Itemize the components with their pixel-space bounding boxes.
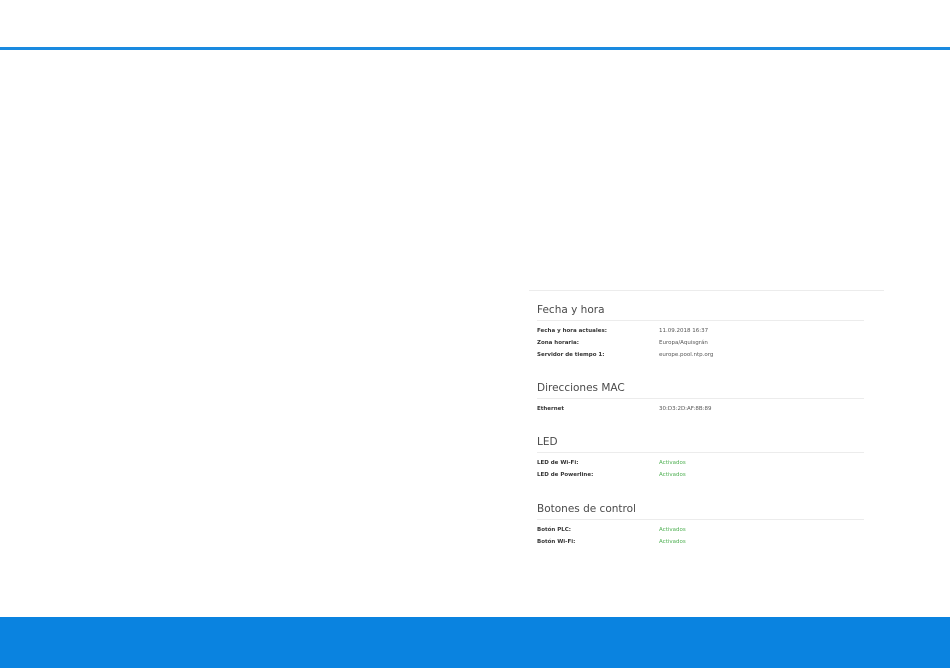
section-mac-addresses: Direcciones MAC Ethernet 30:D3:2D:AF:8B:… xyxy=(537,381,864,414)
value-ethernet-mac: 30:D3:2D:AF:8B:89 xyxy=(659,406,712,412)
label-wifi-button: Botón Wi-Fi: xyxy=(537,539,576,545)
row-plc-button: Botón PLC: Activados xyxy=(537,525,864,535)
label-plc-button: Botón PLC: xyxy=(537,527,571,533)
row-time-server: Servidor de tiempo 1: europe.pool.ntp.or… xyxy=(537,350,864,360)
header-accent-line xyxy=(0,47,950,50)
row-wifi-button: Botón Wi-Fi: Activados xyxy=(537,537,864,547)
page: Fecha y hora Fecha y hora actuales: 11.0… xyxy=(0,0,950,668)
section-divider xyxy=(537,519,864,520)
label-wifi-led: LED de Wi-Fi: xyxy=(537,460,579,466)
section-divider xyxy=(537,452,864,453)
footer-band xyxy=(0,617,950,668)
section-date-time: Fecha y hora Fecha y hora actuales: 11.0… xyxy=(537,303,864,360)
value-powerline-led-status: Activados xyxy=(659,472,686,478)
mac-rows: Ethernet 30:D3:2D:AF:8B:89 xyxy=(537,404,864,414)
control-button-rows: Botón PLC: Activados Botón Wi-Fi: Activa… xyxy=(537,525,864,547)
section-title-date-time: Fecha y hora xyxy=(537,304,605,316)
section-title-control-buttons: Botones de control xyxy=(537,503,636,515)
label-timezone: Zona horaria: xyxy=(537,340,579,346)
section-divider xyxy=(537,320,864,321)
system-info-panel: Fecha y hora Fecha y hora actuales: 11.0… xyxy=(529,290,884,561)
value-plc-button-status: Activados xyxy=(659,527,686,533)
date-time-rows: Fecha y hora actuales: 11.09.2018 16:37 … xyxy=(537,326,864,360)
label-powerline-led: LED de Powerline: xyxy=(537,472,594,478)
value-wifi-button-status: Activados xyxy=(659,539,686,545)
value-time-server: europe.pool.ntp.org xyxy=(659,352,714,358)
section-title-mac: Direcciones MAC xyxy=(537,382,625,394)
label-ethernet: Ethernet xyxy=(537,406,565,412)
row-current-datetime: Fecha y hora actuales: 11.09.2018 16:37 xyxy=(537,326,864,336)
row-timezone: Zona horaria: Europa/Aquisgrán xyxy=(537,338,864,348)
label-time-server: Servidor de tiempo 1: xyxy=(537,352,605,358)
led-rows: LED de Wi-Fi: Activados LED de Powerline… xyxy=(537,458,864,480)
value-timezone: Europa/Aquisgrán xyxy=(659,340,708,346)
section-title-led: LED xyxy=(537,436,558,448)
section-led: LED LED de Wi-Fi: Activados LED de Power… xyxy=(537,435,864,480)
section-divider xyxy=(537,398,864,399)
section-control-buttons: Botones de control Botón PLC: Activados … xyxy=(537,502,864,547)
row-ethernet-mac: Ethernet 30:D3:2D:AF:8B:89 xyxy=(537,404,864,414)
row-wifi-led: LED de Wi-Fi: Activados xyxy=(537,458,864,468)
row-powerline-led: LED de Powerline: Activados xyxy=(537,470,864,480)
value-current-datetime: 11.09.2018 16:37 xyxy=(659,328,709,334)
value-wifi-led-status: Activados xyxy=(659,460,686,466)
label-current-datetime: Fecha y hora actuales: xyxy=(537,328,607,334)
